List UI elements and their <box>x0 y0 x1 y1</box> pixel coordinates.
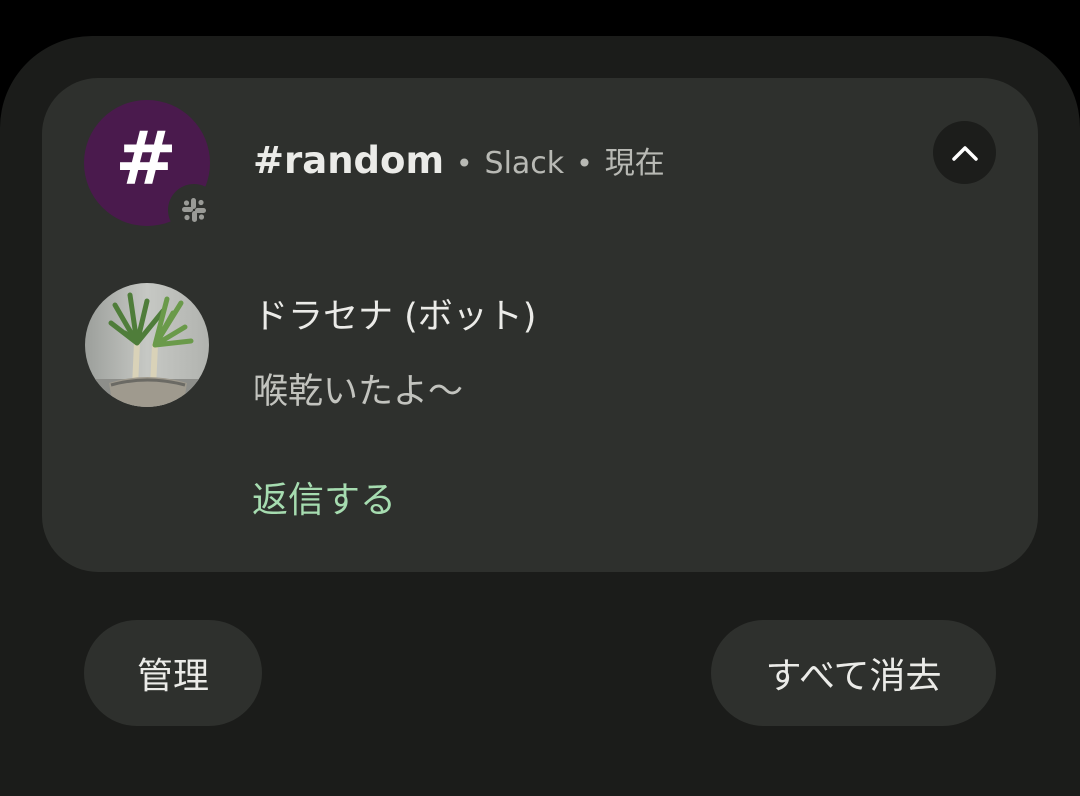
separator-dot: • <box>576 147 593 180</box>
app-name: Slack <box>484 146 565 181</box>
slack-icon <box>168 184 220 236</box>
clear-all-button[interactable]: すべて消去 <box>711 620 996 726</box>
manage-label: 管理 <box>136 656 209 697</box>
clear-all-label: すべて消去 <box>765 656 942 697</box>
sender-name: ドラセナ (ボット) <box>253 297 537 337</box>
manage-button[interactable]: 管理 <box>84 620 262 726</box>
reply-button[interactable]: 返信する <box>252 471 396 523</box>
hash-icon: # <box>114 116 177 202</box>
channel-name: #random <box>253 139 445 182</box>
sender-avatar <box>85 283 209 407</box>
collapse-button[interactable] <box>933 121 996 184</box>
message-text: 喉乾いたよ〜 <box>253 372 464 412</box>
notification-header: #random • Slack • 現在 <box>253 138 665 190</box>
timestamp: 現在 <box>604 146 665 181</box>
chevron-up-icon <box>951 145 978 161</box>
separator-dot: • <box>456 147 473 180</box>
